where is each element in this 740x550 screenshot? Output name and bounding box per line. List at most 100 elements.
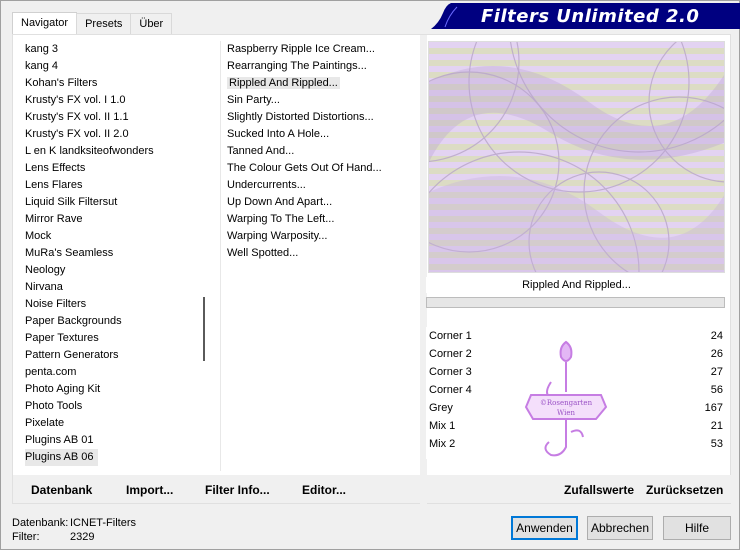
editor-button[interactable]: Editor... bbox=[302, 483, 346, 497]
param-value[interactable]: 27 bbox=[711, 363, 723, 381]
status-area: Datenbank: ICNET-Filters Filter: 2329 bbox=[12, 516, 136, 544]
preview-filter-name: Rippled And Rippled... bbox=[426, 277, 727, 293]
param-value[interactable]: 24 bbox=[711, 327, 723, 345]
category-item[interactable]: Mock bbox=[19, 228, 201, 245]
reset-button[interactable]: Zurücksetzen bbox=[646, 483, 723, 497]
category-item[interactable]: Lens Flares bbox=[19, 177, 201, 194]
filter-item[interactable]: Warping Warposity... bbox=[221, 228, 416, 245]
cancel-button[interactable]: Abbrechen bbox=[587, 516, 653, 540]
category-item[interactable]: Krusty's FX vol. I 1.0 bbox=[19, 92, 201, 109]
category-item[interactable]: Krusty's FX vol. II 1.1 bbox=[19, 109, 201, 126]
param-value[interactable]: 21 bbox=[711, 417, 723, 435]
filter-item-label: Sin Party... bbox=[227, 94, 280, 106]
filter-item-label: The Colour Gets Out Of Hand... bbox=[227, 162, 382, 174]
filter-info-button[interactable]: Filter Info... bbox=[205, 483, 270, 497]
category-item[interactable]: Photo Aging Kit bbox=[19, 381, 201, 398]
import-button[interactable]: Import... bbox=[126, 483, 173, 497]
tab-bar: Navigator Presets Über bbox=[12, 12, 173, 35]
parameter-list: ©Rosengarten Wien Corner 1 24 Corner 2 26 Co… bbox=[426, 327, 727, 459]
category-item[interactable]: kang 3 bbox=[19, 41, 201, 58]
param-row[interactable]: Corner 3 27 bbox=[426, 363, 727, 381]
category-item-selected[interactable]: Plugins AB 06 bbox=[25, 449, 98, 466]
filter-item-label: Up Down And Apart... bbox=[227, 196, 333, 208]
random-values-button[interactable]: Zufallswerte bbox=[564, 483, 634, 497]
category-item[interactable]: Liquid Silk Filtersut bbox=[19, 194, 201, 211]
category-item[interactable]: Pixelate bbox=[19, 415, 201, 432]
filter-item[interactable]: Warping To The Left... bbox=[221, 211, 416, 228]
tab-about[interactable]: Über bbox=[130, 13, 173, 34]
filter-item-label: Raspberry Ripple Ice Cream... bbox=[227, 43, 375, 55]
param-label: Mix 2 bbox=[429, 438, 456, 450]
category-item[interactable]: MuRa's Seamless bbox=[19, 245, 201, 262]
category-item[interactable]: Plugins AB 06 bbox=[19, 449, 201, 466]
preview-pattern bbox=[429, 42, 724, 272]
help-button[interactable]: Hilfe bbox=[663, 516, 731, 540]
scrollbar-thumb[interactable] bbox=[203, 297, 205, 361]
filter-item[interactable]: Well Spotted... bbox=[221, 245, 416, 262]
param-row[interactable]: Corner 1 24 bbox=[426, 327, 727, 345]
filter-count-value: 2329 bbox=[70, 531, 95, 543]
tab-presets[interactable]: Presets bbox=[76, 13, 132, 34]
param-label: Corner 2 bbox=[429, 348, 472, 360]
filter-count-label: Filter: bbox=[12, 531, 40, 543]
param-row[interactable]: Grey 167 bbox=[426, 399, 727, 417]
category-item[interactable]: Noise Filters bbox=[19, 296, 201, 313]
category-item[interactable]: Paper Backgrounds bbox=[19, 313, 201, 330]
category-scrollbar[interactable] bbox=[203, 41, 207, 471]
tab-navigator[interactable]: Navigator bbox=[12, 12, 78, 35]
filter-item[interactable]: Tanned And... bbox=[221, 143, 416, 160]
param-label: Corner 3 bbox=[429, 366, 472, 378]
filter-item-label: Warping Warposity... bbox=[227, 230, 328, 242]
filter-item-label: Tanned And... bbox=[227, 145, 295, 157]
filters-unlimited-window: Navigator Presets Über Filters Unlimited… bbox=[0, 0, 740, 550]
category-item[interactable]: kang 4 bbox=[19, 58, 201, 75]
param-row[interactable]: Corner 2 26 bbox=[426, 345, 727, 363]
filter-item-label: Slightly Distorted Distortions... bbox=[227, 111, 374, 123]
param-value[interactable]: 167 bbox=[705, 399, 723, 417]
filter-item-label: Undercurrents... bbox=[227, 179, 306, 191]
category-item[interactable]: Paper Textures bbox=[19, 330, 201, 347]
category-item[interactable]: L en K landksiteofwonders bbox=[19, 143, 201, 160]
param-value[interactable]: 53 bbox=[711, 435, 723, 453]
filter-item[interactable]: Up Down And Apart... bbox=[221, 194, 416, 211]
category-item[interactable]: Nirvana bbox=[19, 279, 201, 296]
filter-item[interactable]: Rearranging The Paintings... bbox=[221, 58, 416, 75]
filter-item[interactable]: Sucked Into A Hole... bbox=[221, 126, 416, 143]
param-value[interactable]: 26 bbox=[711, 345, 723, 363]
param-label: Mix 1 bbox=[429, 420, 456, 432]
category-item[interactable]: Krusty's FX vol. II 2.0 bbox=[19, 126, 201, 143]
param-value[interactable]: 56 bbox=[711, 381, 723, 399]
param-label: Corner 1 bbox=[429, 330, 472, 342]
filter-item-label: Rippled And Rippled... bbox=[227, 77, 340, 89]
category-item[interactable]: Kohan's Filters bbox=[19, 75, 201, 92]
category-item[interactable]: Pattern Generators bbox=[19, 347, 201, 364]
filter-item-label: Rearranging The Paintings... bbox=[227, 60, 367, 72]
preview-image bbox=[428, 41, 725, 273]
param-row[interactable]: Mix 2 53 bbox=[426, 435, 727, 453]
param-label: Corner 4 bbox=[429, 384, 472, 396]
filter-item-label: Sucked Into A Hole... bbox=[227, 128, 330, 140]
category-item[interactable]: Neology bbox=[19, 262, 201, 279]
filter-item-label: Warping To The Left... bbox=[227, 213, 335, 225]
param-label: Grey bbox=[429, 402, 453, 414]
filter-item-selected[interactable]: Rippled And Rippled... bbox=[221, 75, 416, 92]
param-row[interactable]: Mix 1 21 bbox=[426, 417, 727, 435]
filter-item[interactable]: The Colour Gets Out Of Hand... bbox=[221, 160, 416, 177]
title-banner: Filters Unlimited 2.0 bbox=[431, 3, 740, 29]
database-button[interactable]: Datenbank bbox=[31, 483, 92, 497]
filter-item[interactable]: Slightly Distorted Distortions... bbox=[221, 109, 416, 126]
category-item[interactable]: Mirror Rave bbox=[19, 211, 201, 228]
banner-title: Filters Unlimited 2.0 bbox=[481, 6, 700, 27]
category-item[interactable]: Photo Tools bbox=[19, 398, 201, 415]
filter-item[interactable]: Raspberry Ripple Ice Cream... bbox=[221, 41, 416, 58]
filter-item[interactable]: Sin Party... bbox=[221, 92, 416, 109]
category-item[interactable]: Lens Effects bbox=[19, 160, 201, 177]
category-list[interactable]: kang 3 kang 4 Kohan's Filters Krusty's FX v… bbox=[19, 41, 201, 471]
apply-button[interactable]: Anwenden bbox=[511, 516, 578, 540]
category-item[interactable]: penta.com bbox=[19, 364, 201, 381]
filter-list[interactable]: Raspberry Ripple Ice Cream... Rearranging… bbox=[220, 41, 416, 471]
category-item[interactable]: Plugins AB 01 bbox=[19, 432, 201, 449]
filter-item[interactable]: Undercurrents... bbox=[221, 177, 416, 194]
param-row[interactable]: Corner 4 56 bbox=[426, 381, 727, 399]
navigator-panel: kang 3 kang 4 Kohan's Filters Krusty's FX v… bbox=[12, 34, 731, 505]
